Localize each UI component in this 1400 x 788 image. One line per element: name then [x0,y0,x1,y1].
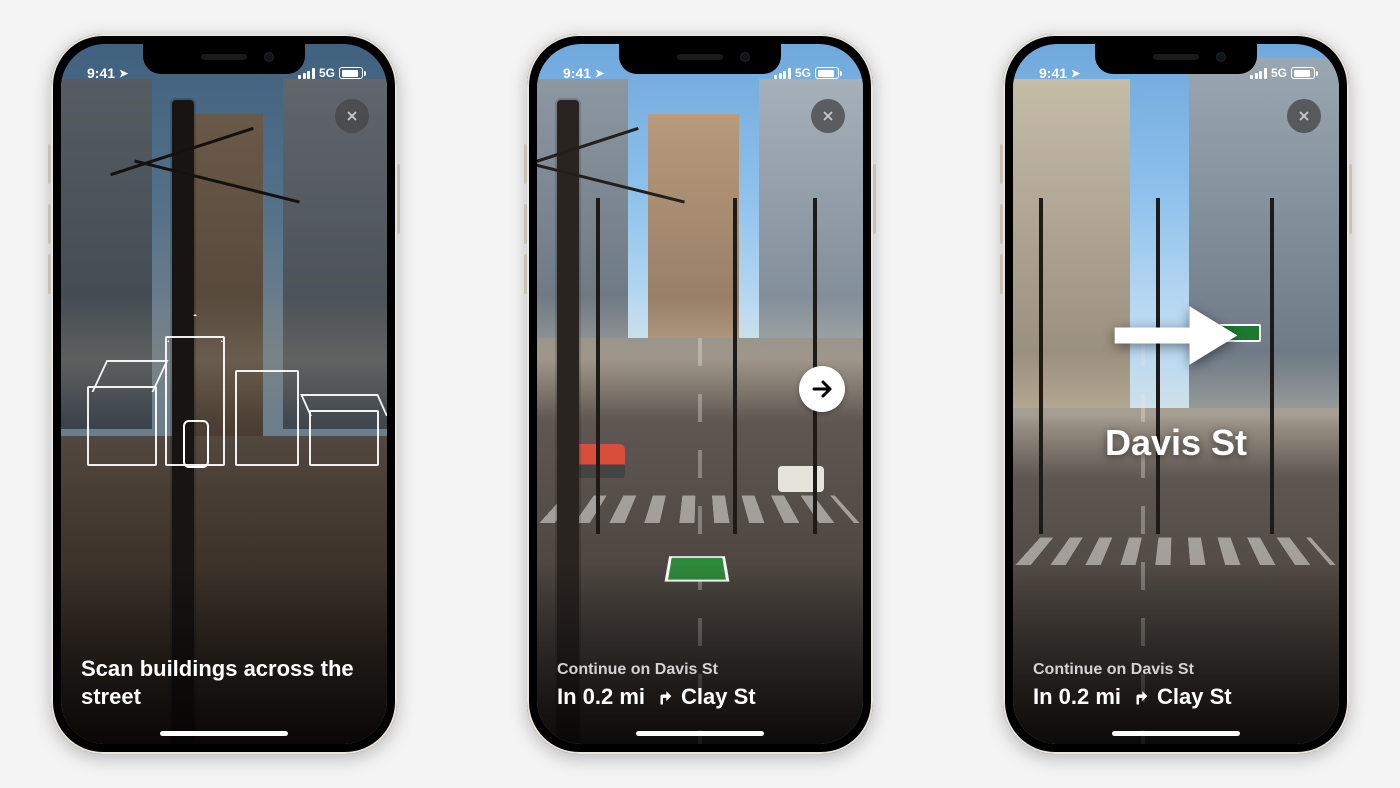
building-outline-icon [235,370,299,466]
close-icon [1297,109,1311,123]
clock-text: 9:41 [563,65,591,81]
front-camera [1216,52,1226,62]
distance-text: In 0.2 mi [1033,684,1121,710]
navigation-caption: Continue on Davis St In 0.2 mi Clay St [1033,661,1319,710]
bottom-gradient [61,564,387,744]
speaker-grille [677,54,723,60]
screen: 9:41 ➤ 5G Continue on Davis St In 0.2 mi [537,44,863,744]
phone-mockup-scan: 9:41 ➤ 5G Scan buildings across the stre… [51,34,397,754]
speaker-grille [1153,54,1199,60]
battery-icon [815,67,839,79]
location-services-icon: ➤ [1071,67,1080,80]
status-time: 9:41 ➤ [559,58,604,88]
home-indicator[interactable] [1112,731,1240,736]
bottom-gradient [1013,564,1339,744]
close-button[interactable] [335,99,369,133]
screen: 9:41 ➤ 5G Scan buildings across the stre… [61,44,387,744]
home-indicator[interactable] [160,731,288,736]
status-indicators: 5G [774,58,841,88]
cellular-signal-icon [1250,68,1267,79]
turn-right-icon [653,687,673,707]
phone-mockup-nav-ar: 9:41 ➤ 5G Davis St Continue on Davis St … [1003,34,1349,754]
clock-text: 9:41 [87,65,115,81]
home-indicator[interactable] [636,731,764,736]
cellular-signal-icon [774,68,791,79]
location-services-icon: ➤ [119,67,128,80]
cellular-signal-icon [298,68,315,79]
continue-line: Continue on Davis St [1033,661,1319,679]
arrow-right-icon [810,377,834,401]
screen: 9:41 ➤ 5G Davis St Continue on Davis St … [1013,44,1339,744]
next-turn-line: In 0.2 mi Clay St [557,684,843,710]
front-camera [740,52,750,62]
speaker-grille [201,54,247,60]
turn-street-text: Clay St [1157,684,1232,710]
scan-instruction-text: Scan buildings across the street [81,655,367,710]
phone-outline-icon [183,420,209,468]
network-type: 5G [1271,66,1287,80]
turn-right-icon [1129,687,1149,707]
status-time: 9:41 ➤ [1035,58,1080,88]
status-indicators: 5G [298,58,365,88]
clock-text: 9:41 [1039,65,1067,81]
distance-text: In 0.2 mi [557,684,645,710]
close-button[interactable] [1287,99,1321,133]
location-services-icon: ➤ [595,67,604,80]
bottom-gradient [537,564,863,744]
phone-mockup-nav-small: 9:41 ➤ 5G Continue on Davis St In 0.2 mi [527,34,873,754]
ar-direction-arrow [1106,296,1246,381]
navigation-caption: Continue on Davis St In 0.2 mi Clay St [557,661,843,710]
status-indicators: 5G [1250,58,1317,88]
network-type: 5G [319,66,335,80]
close-icon [821,109,835,123]
battery-icon [1291,67,1315,79]
turn-street-text: Clay St [681,684,756,710]
close-icon [345,109,359,123]
arrow-right-large-icon [1106,296,1246,376]
scan-buildings-illustration [87,296,361,466]
battery-icon [339,67,363,79]
building-outline-icon [87,386,157,466]
front-camera [264,52,274,62]
continue-line: Continue on Davis St [557,661,843,679]
ar-street-label: Davis St [1105,422,1247,464]
close-button[interactable] [811,99,845,133]
network-type: 5G [795,66,811,80]
direction-indicator[interactable] [799,366,845,412]
building-outline-icon [309,410,379,466]
next-turn-line: In 0.2 mi Clay St [1033,684,1319,710]
status-time: 9:41 ➤ [83,58,128,88]
